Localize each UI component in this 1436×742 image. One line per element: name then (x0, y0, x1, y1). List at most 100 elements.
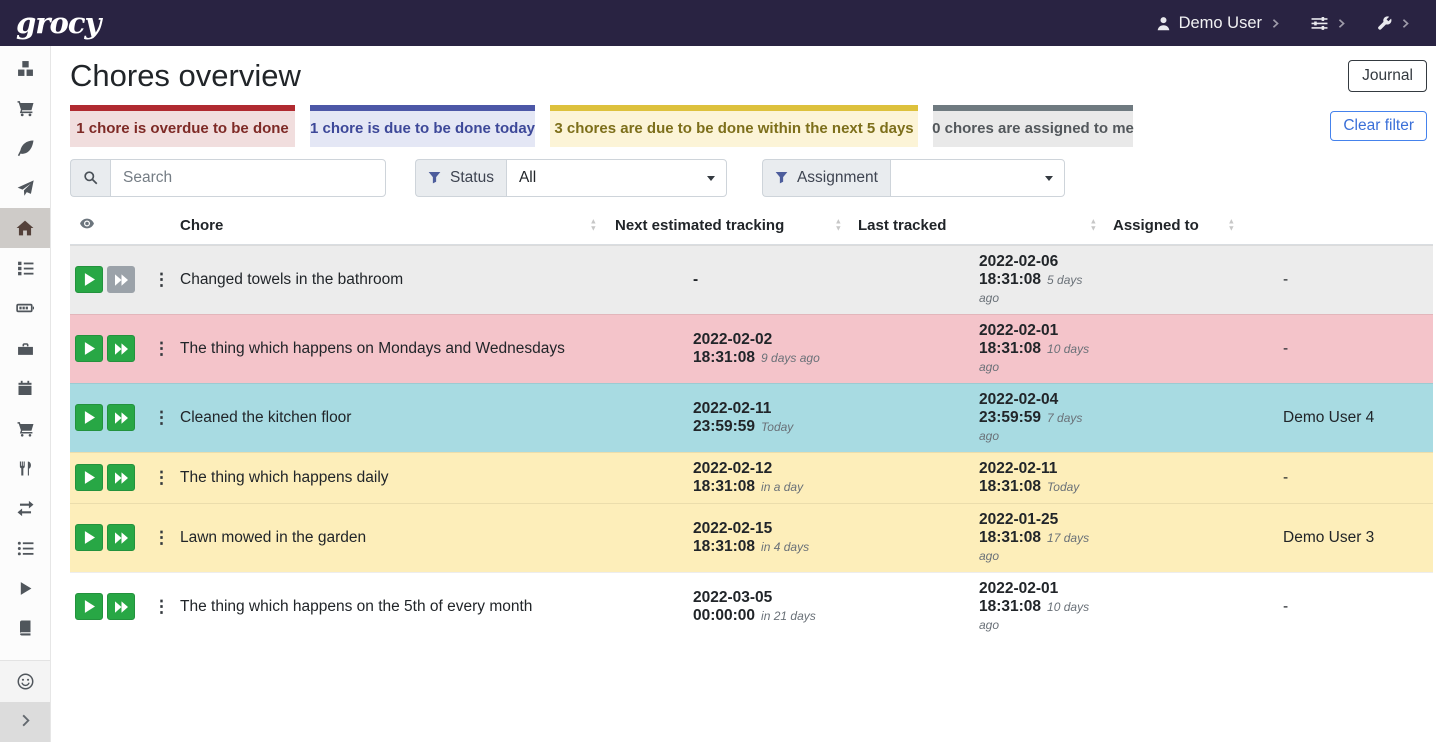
search-input[interactable] (110, 159, 386, 197)
skip-chore-execution-button[interactable] (107, 593, 135, 620)
admin-menu[interactable] (1377, 16, 1411, 31)
play-icon (84, 342, 95, 355)
calendar-icon (17, 380, 33, 396)
shopping-cart-icon (17, 100, 34, 117)
sidebar-item-batteries-overview[interactable] (0, 288, 50, 328)
track-chore-execution-button[interactable] (75, 266, 103, 293)
clear-filter-button[interactable]: Clear filter (1330, 111, 1427, 141)
sidebar-item-meal-plan[interactable] (0, 168, 50, 208)
banner-due-today[interactable]: 1 chore is due to be done today (310, 105, 535, 147)
row-menu-icon[interactable] (148, 598, 175, 615)
toolbox-icon (17, 340, 34, 357)
track-chore-execution-button[interactable] (75, 593, 103, 620)
fast-forward-icon (115, 274, 128, 286)
table-row: The thing which happens daily 2022-02-12… (70, 452, 1433, 503)
assignment-filter-select[interactable] (890, 159, 1065, 197)
column-header-label: Assigned to (1113, 217, 1199, 234)
play-icon (84, 600, 95, 613)
next-tracking-ago: Today (761, 420, 793, 434)
skip-chore-execution-button[interactable] (107, 524, 135, 551)
track-chore-execution-button[interactable] (75, 464, 103, 491)
column-header-assigned-to[interactable]: Assigned to (1105, 207, 1433, 245)
row-menu-icon[interactable] (148, 469, 175, 486)
table-header-row: Chore Next estimated tracking Last track… (70, 207, 1433, 245)
main-content: Chores overview Journal 1 chore is overd… (51, 46, 1436, 742)
skip-chore-execution-button[interactable] (107, 266, 135, 293)
column-header-last-tracked[interactable]: Last tracked (850, 207, 1105, 245)
track-chore-execution-button[interactable] (75, 524, 103, 551)
column-header-next-tracking[interactable]: Next estimated tracking (605, 207, 850, 245)
row-menu-icon[interactable] (148, 340, 175, 357)
checklist-icon (17, 260, 34, 277)
chore-name: The thing which happens on the 5th of ev… (175, 572, 605, 641)
last-tracked-ago: Today (1047, 480, 1079, 494)
skip-chore-execution-button[interactable] (107, 335, 135, 362)
sidebar-item-equipment[interactable] (0, 328, 50, 368)
sidebar-item-chores-overview[interactable] (0, 208, 50, 248)
track-chore-execution-button[interactable] (75, 335, 103, 362)
last-tracked-time: 2022-02-11 18:31:08 (979, 460, 1057, 495)
table-row: Lawn mowed in the garden 2022-02-15 18:3… (70, 503, 1433, 572)
sidebar-item-purchase[interactable] (0, 408, 50, 448)
row-menu-icon[interactable] (148, 271, 175, 288)
user-menu[interactable]: Demo User (1156, 14, 1281, 33)
sidebar-item-tasks[interactable] (0, 248, 50, 288)
sidebar-item-shopping-list[interactable] (0, 88, 50, 128)
column-header-label: Last tracked (858, 217, 946, 234)
search-group (70, 159, 386, 197)
journal-button[interactable]: Journal (1348, 60, 1427, 92)
status-filter-group: Status All (415, 159, 727, 197)
sidebar-item-recipes[interactable] (0, 128, 50, 168)
status-filter-select[interactable]: All (506, 159, 727, 197)
banner-assigned-to-me[interactable]: 0 chores are assigned to me (933, 105, 1133, 147)
sidebar-item-transfer[interactable] (0, 488, 50, 528)
sidebar-spacer (0, 648, 50, 660)
skip-chore-execution-button[interactable] (107, 404, 135, 431)
row-menu-icon[interactable] (148, 409, 175, 426)
sort-icon (1228, 219, 1235, 232)
assignment-filter-label-addon: Assignment (762, 159, 890, 197)
row-menu-icon[interactable] (148, 529, 175, 546)
table-row: The thing which happens on the 5th of ev… (70, 572, 1433, 641)
paper-plane-icon (17, 180, 34, 197)
smiley-icon (17, 673, 34, 690)
toggle-visibility-header[interactable] (70, 207, 175, 245)
fast-forward-icon (115, 343, 128, 355)
track-chore-execution-button[interactable] (75, 404, 103, 431)
sidebar-item-calendar[interactable] (0, 368, 50, 408)
settings-menu[interactable] (1311, 15, 1347, 32)
exchange-icon (17, 500, 34, 517)
status-filter-value: All (519, 169, 536, 187)
skip-chore-execution-button[interactable] (107, 464, 135, 491)
chore-name: Cleaned the kitchen floor (175, 383, 605, 452)
home-icon (16, 219, 34, 237)
assigned-to: Demo User 3 (1105, 503, 1433, 572)
sidebar-item-consume[interactable] (0, 448, 50, 488)
play-icon (84, 411, 95, 424)
filter-icon (775, 171, 788, 184)
sidebar-item-inventory[interactable] (0, 528, 50, 568)
filter-icon (428, 171, 441, 184)
user-menu-label: Demo User (1179, 14, 1262, 33)
sidebar-item-smiley[interactable] (0, 660, 50, 702)
table-row: Changed towels in the bathroom - 2022-02… (70, 245, 1433, 314)
cart-plus-icon (17, 420, 34, 437)
column-header-chore[interactable]: Chore (175, 207, 605, 245)
fast-forward-icon (115, 532, 128, 544)
sliders-icon (1311, 15, 1328, 32)
app-logo[interactable]: grocy (16, 9, 100, 38)
book-icon (17, 620, 33, 636)
assignment-filter-group: Assignment (762, 159, 1065, 197)
fast-forward-icon (115, 601, 128, 613)
sidebar-item-batteries-tracking[interactable] (0, 608, 50, 648)
banner-due-soon[interactable]: 3 chores are due to be done within the n… (550, 105, 918, 147)
topbar-menu: Demo User (1156, 14, 1411, 33)
sidebar-item-stock-overview[interactable] (0, 48, 50, 88)
sidebar-item-chores-tracking[interactable] (0, 568, 50, 608)
play-icon (84, 471, 95, 484)
user-icon (1156, 16, 1171, 31)
banner-overdue[interactable]: 1 chore is overdue to be done (70, 105, 295, 147)
play-icon (84, 531, 95, 544)
sidebar-expand-button[interactable] (0, 702, 50, 742)
fast-forward-icon (115, 412, 128, 424)
